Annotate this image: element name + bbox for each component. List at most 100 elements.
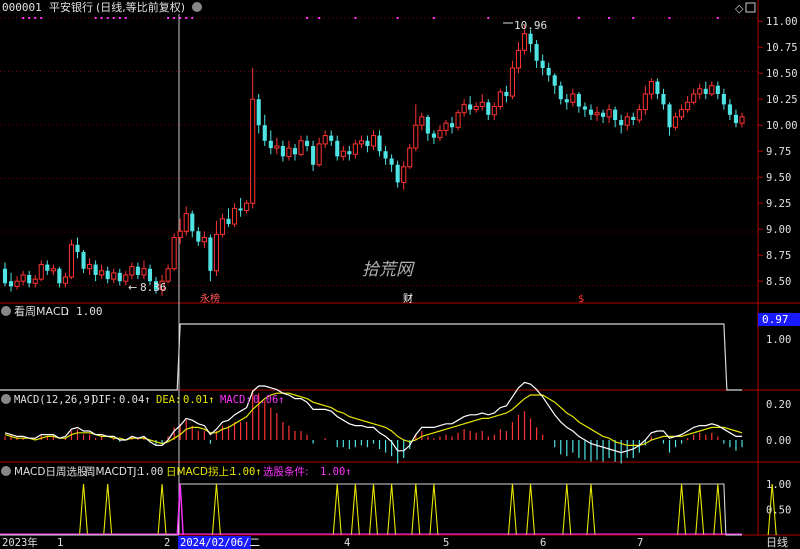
price-tick-label: 8.50 [766,276,791,288]
candle-body [268,140,273,149]
candle-body [99,270,105,276]
candle-body [81,252,86,269]
candle-body [87,264,93,270]
top-dot-marker [318,17,321,19]
candle-body [2,268,8,284]
candle-body [286,147,292,157]
candle-body [352,143,358,155]
candle-body [141,268,147,276]
price-tick-label: 9.25 [766,198,791,210]
candle-body [727,104,732,115]
price-tick-label: 10.50 [766,68,798,80]
signal-tick-label: 1.00 [766,479,791,491]
candle-body [721,94,726,105]
candle-body [383,151,388,159]
candle-body [365,140,370,146]
top-dot-marker [112,17,115,19]
candle-body [238,208,243,211]
top-dot-marker [179,17,182,19]
signal-name: MACD日周选股 [14,465,88,478]
top-dot-marker [668,17,671,19]
period-label[interactable]: 日线 [766,535,788,549]
top-dot-marker [432,17,435,19]
candle-body [558,85,563,100]
low-price-label: 8.36 [140,281,167,294]
candle-body [335,140,340,157]
candle-body [377,135,382,152]
dif-value: 0.04↑ [119,394,151,406]
marker-event[interactable]: 永榜 [200,292,220,305]
marker-finance[interactable]: 财 [403,292,413,305]
candle-body [419,116,425,126]
candle-body [443,122,449,131]
top-dot-marker [28,17,31,19]
candle-body [546,68,551,76]
candle-body [642,93,648,111]
macd-collapse-icon[interactable] [1,394,11,404]
candle-body [655,81,660,94]
candle-body [68,244,75,278]
candle-body [515,49,522,69]
candle-body [147,268,153,282]
candle-body [38,264,44,280]
macd-name: MACD(12,26,9) [14,394,96,406]
top-dot-marker [185,17,188,19]
dea-value: 0.01↑ [183,394,215,406]
collapse-icon[interactable] [192,2,202,12]
candle-body [703,88,708,94]
diamond-icon[interactable]: ◇ [735,2,744,15]
candle-body [413,124,419,149]
candle-body [624,116,630,126]
x-label-year: 2023年 [2,536,38,549]
candle-body [576,94,581,107]
candle-body [601,112,606,117]
candle-body [329,135,334,141]
weekly-collapse-icon[interactable] [1,306,11,316]
candle-body [564,99,569,103]
candle-body [552,75,557,86]
x-label-month-1: 1 [57,537,63,549]
macd-tick-label: 0.20 [766,399,791,411]
candle-body [311,146,316,165]
candle-body [105,270,110,280]
candle-body [691,93,697,103]
candle-body [322,135,328,145]
top-dot-marker [124,17,127,19]
x-label-month-2: 2 [164,537,170,549]
candle-body [667,104,672,128]
candle-body [340,150,346,157]
candle-body [177,230,183,239]
stock-code: 000001 [2,1,42,14]
top-dot-marker [173,17,176,19]
candle-body [27,274,32,284]
candle-body [190,213,195,232]
top-dot-marker [100,17,103,19]
candle-body [358,140,364,145]
stock-chart: 0.200.00 1.00 1.000.50 11.0010.7510.5010… [0,0,800,549]
top-dot-marker [94,17,97,19]
top-dot-marker [487,17,490,19]
candle-body [20,274,26,282]
marker-dividend[interactable]: $ [578,294,584,305]
candle-body [509,67,515,97]
signal-collapse-icon[interactable] [1,466,11,476]
top-dot-marker [632,17,635,19]
candle-body [672,116,679,128]
candle-body [347,151,352,155]
candle-body [14,280,20,287]
weekly-tick-label: 1.00 [766,334,791,346]
candle-body [75,244,80,253]
low-price-pointer: ← [128,281,137,294]
candle-body [117,272,122,282]
candle-body [540,60,545,68]
candle-body [129,266,135,276]
candle-body [619,120,624,126]
candle-body [45,264,50,271]
candle-body [232,207,238,225]
candle-body [262,125,267,141]
macd-label: MACD: [220,394,252,406]
price-tick-label: 9.00 [766,224,791,236]
candle-body [449,123,455,128]
candle-body [661,94,666,105]
price-tick-label: 9.75 [766,146,791,158]
